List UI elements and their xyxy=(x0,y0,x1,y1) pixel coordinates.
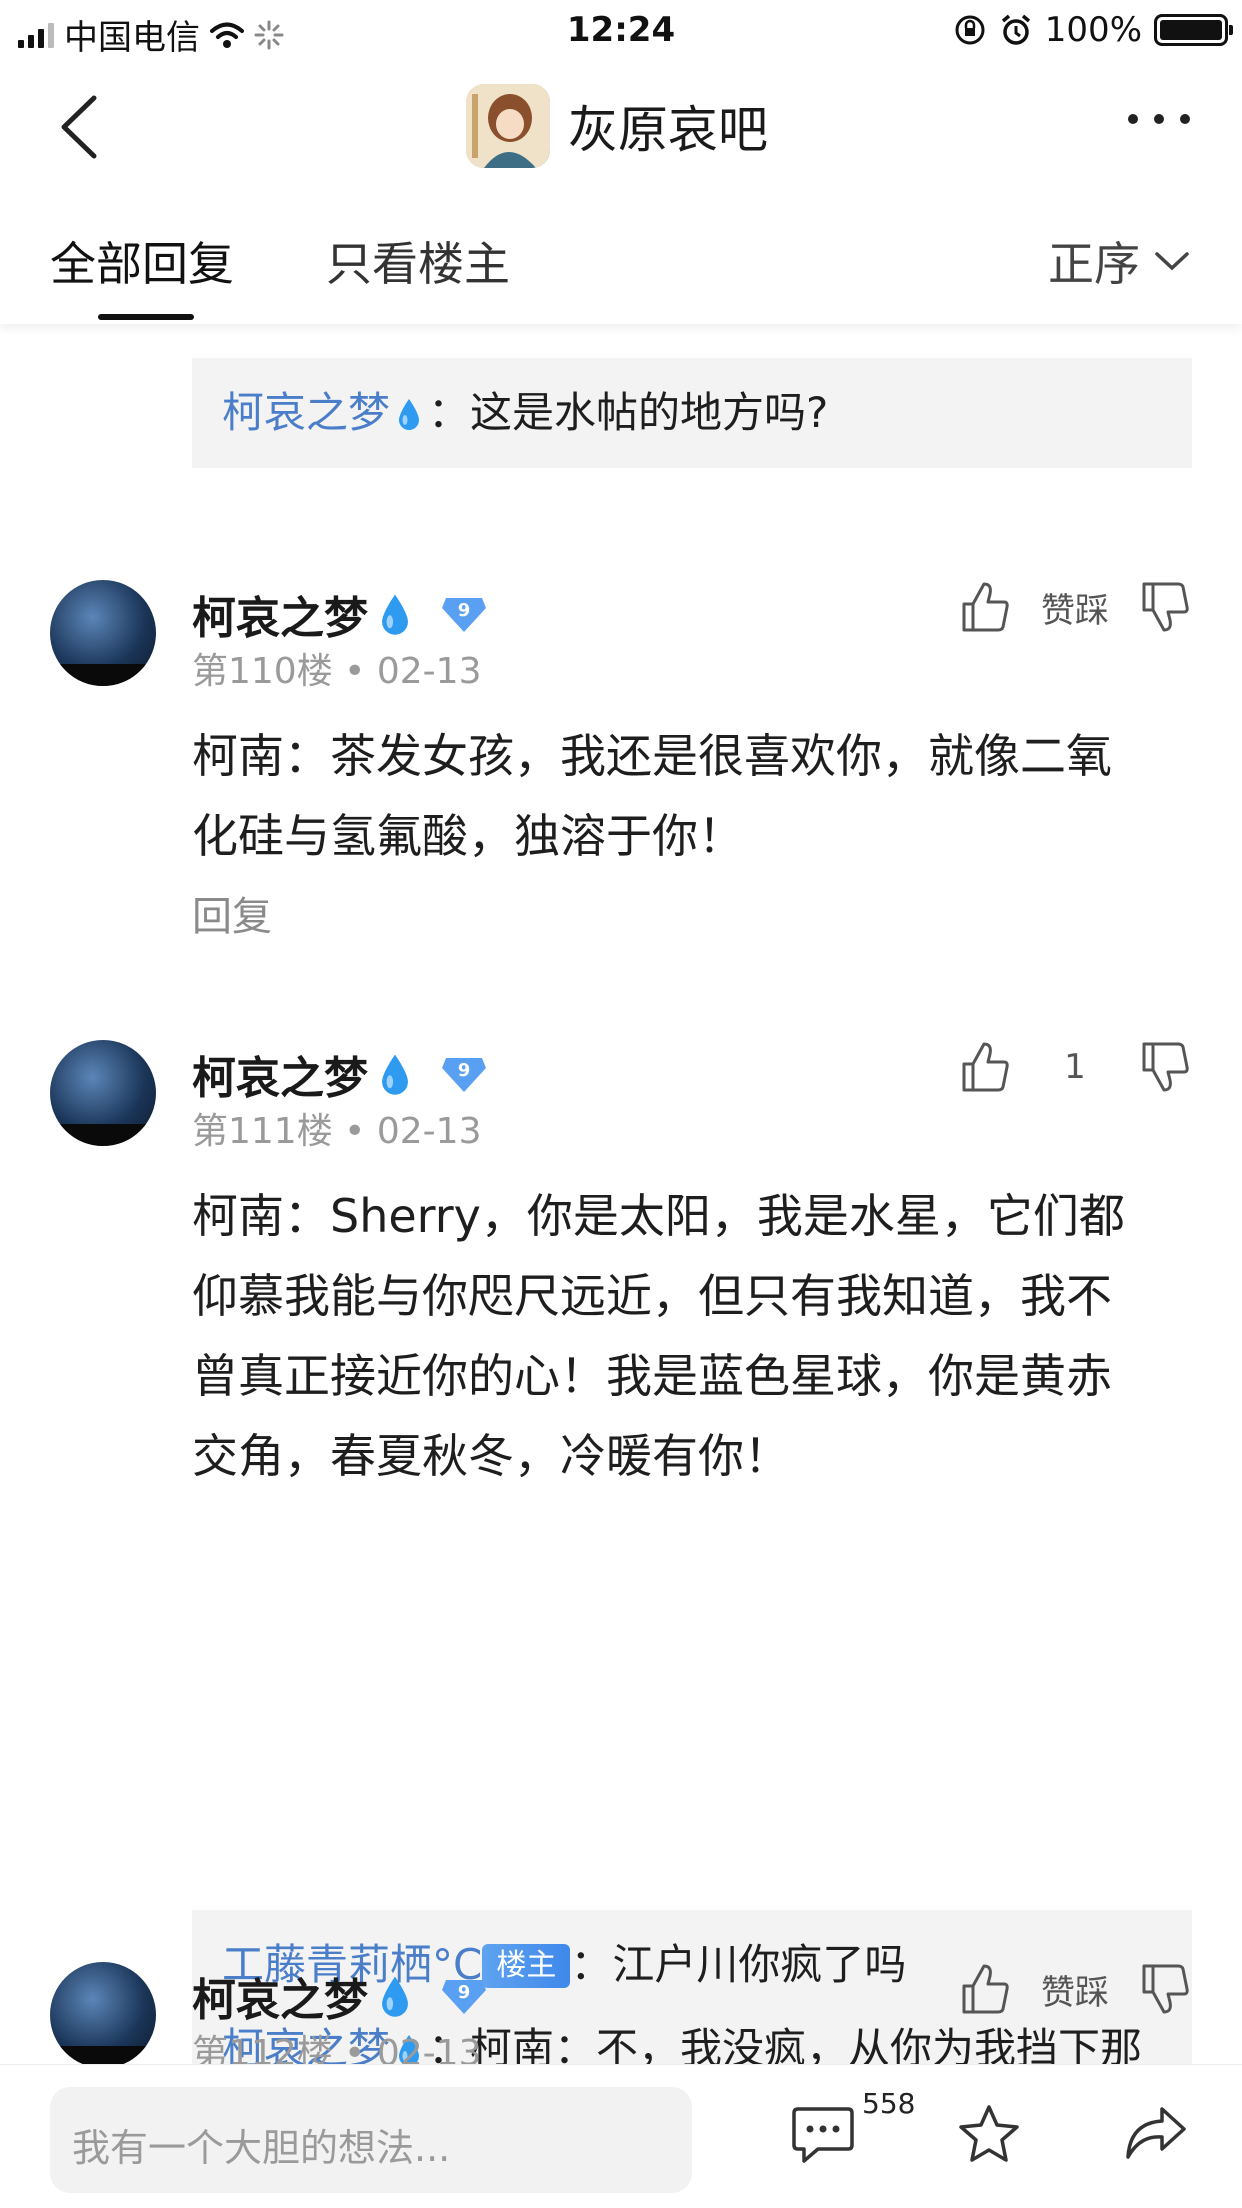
more-dots-icon[interactable] xyxy=(1128,114,1190,124)
vote-actions: 赞踩 xyxy=(960,580,1190,634)
reply-list[interactable]: 柯哀之梦 ：这是水帖的地方吗? 柯哀之梦 9 第110楼 • 02-13 赞踩 xyxy=(0,324,1242,2064)
status-bar: 中国电信 12:24 100% xyxy=(0,0,1242,62)
sub-reply-user[interactable]: 柯哀之梦 xyxy=(222,388,390,437)
post-meta: 第112楼 • 02-13 xyxy=(192,2024,481,2064)
post-body: 柯南：Sherry，你是太阳，我是水星，它们都仰慕我能与你咫尺远近，但只有我知道… xyxy=(192,1189,1125,1483)
battery-percent: 100% xyxy=(1044,10,1142,50)
post-floor-111[interactable]: 柯哀之梦 9 第111楼 • 02-13 1 柯南：Sherry，你是太阳，我是… xyxy=(0,1040,1242,2064)
level-diamond-icon: 9 xyxy=(442,1058,486,1092)
thumb-down-icon[interactable] xyxy=(1140,1962,1190,2016)
sub-reply-box[interactable]: 柯哀之梦 ：这是水帖的地方吗? xyxy=(192,358,1192,468)
status-right: 100% xyxy=(953,10,1233,50)
post-username[interactable]: 柯哀之梦 xyxy=(192,1042,368,1106)
comment-icon[interactable] xyxy=(790,2103,856,2165)
comment-count: 558 xyxy=(862,2087,916,2120)
sub-reply-text: 这是水帖的地方吗? xyxy=(470,388,829,437)
orientation-lock-icon xyxy=(955,15,985,45)
post-body: 柯南：茶发女孩，我还是很喜欢你，就像二氧化硅与氢氟酸，独溶于你！ xyxy=(192,729,1112,863)
post-date: 02-13 xyxy=(376,1111,482,1152)
tab-all-replies[interactable]: 全部回复 xyxy=(50,228,234,294)
nav-bar: 灰原哀吧 xyxy=(0,62,1242,192)
post-floor-110[interactable]: 柯哀之梦 9 第110楼 • 02-13 赞踩 柯南：茶发女孩，我还是很喜欢你，… xyxy=(0,580,1242,940)
thumb-down-icon[interactable] xyxy=(1140,580,1190,634)
forum-header[interactable]: 灰原哀吧 xyxy=(466,84,768,168)
sort-dropdown[interactable]: 正序 xyxy=(1048,228,1190,294)
like-count: 1 xyxy=(1064,1047,1086,1087)
forum-avatar[interactable] xyxy=(466,84,550,168)
alarm-icon xyxy=(1001,14,1030,45)
post-author[interactable]: 柯哀之梦 9 xyxy=(192,582,488,646)
floor-number: 第112楼 xyxy=(192,2033,333,2064)
share-icon[interactable] xyxy=(1122,2103,1188,2165)
post-author[interactable]: 柯哀之梦 9 xyxy=(192,1042,488,1106)
post-author[interactable]: 柯哀之梦 9 xyxy=(192,1964,488,2028)
water-drop-icon xyxy=(382,1054,408,1095)
floor-number: 第110楼 xyxy=(192,651,333,692)
post-date: 02-13 xyxy=(376,2033,482,2064)
post-floor-112[interactable]: 柯哀之梦 9 第112楼 • 02-13 赞踩 xyxy=(0,1962,1242,2064)
reply-input[interactable]: 我有一个大胆的想法... xyxy=(50,2087,692,2193)
post-meta: 第111楼 • 02-13 xyxy=(192,1102,481,1154)
reply-filter-tabs: 全部回复 只看楼主 正序 xyxy=(0,192,1242,324)
floor-number: 第111楼 xyxy=(192,1111,333,1152)
post-meta: 第110楼 • 02-13 xyxy=(192,642,481,694)
level-diamond-icon: 9 xyxy=(442,1980,486,2014)
avatar[interactable] xyxy=(50,1040,156,1146)
thumb-down-icon[interactable] xyxy=(1140,1040,1190,1094)
star-icon[interactable] xyxy=(956,2103,1022,2165)
chevron-down-icon xyxy=(1155,252,1189,271)
water-drop-icon xyxy=(382,594,408,635)
meta-dot: • xyxy=(344,651,366,692)
reply-link[interactable]: 回复 xyxy=(192,884,272,942)
meta-dot: • xyxy=(344,2033,366,2064)
back-chevron-icon[interactable] xyxy=(54,92,114,162)
post-username[interactable]: 柯哀之梦 xyxy=(192,1964,368,2028)
level-number: 9 xyxy=(458,600,471,621)
bottom-bar: 我有一个大胆的想法... 558 xyxy=(0,2064,1242,2208)
vote-label: 赞踩 xyxy=(1041,590,1109,631)
thumb-up-icon[interactable] xyxy=(960,1040,1010,1094)
thumb-up-icon[interactable] xyxy=(960,580,1010,634)
level-number: 9 xyxy=(458,1982,471,2003)
water-drop-icon xyxy=(399,399,420,430)
sub-reply-sep: ： xyxy=(428,388,471,437)
level-number: 9 xyxy=(458,1060,471,1081)
water-drop-icon xyxy=(382,1976,408,2017)
sort-label: 正序 xyxy=(1048,237,1140,291)
vote-actions: 赞踩 xyxy=(960,1962,1190,2016)
tab-active-indicator xyxy=(98,314,194,320)
post-username[interactable]: 柯哀之梦 xyxy=(192,582,368,646)
battery-icon xyxy=(1154,14,1233,46)
post-date: 02-13 xyxy=(376,651,482,692)
thumb-up-icon[interactable] xyxy=(960,1962,1010,2016)
avatar[interactable] xyxy=(50,580,156,686)
tab-op-only[interactable]: 只看楼主 xyxy=(326,228,510,294)
level-diamond-icon: 9 xyxy=(442,598,486,632)
vote-actions: 1 xyxy=(960,1040,1190,1094)
forum-title: 灰原哀吧 xyxy=(568,101,768,159)
avatar[interactable] xyxy=(50,1962,156,2064)
meta-dot: • xyxy=(344,1111,366,1152)
vote-label: 赞踩 xyxy=(1041,1972,1109,2013)
